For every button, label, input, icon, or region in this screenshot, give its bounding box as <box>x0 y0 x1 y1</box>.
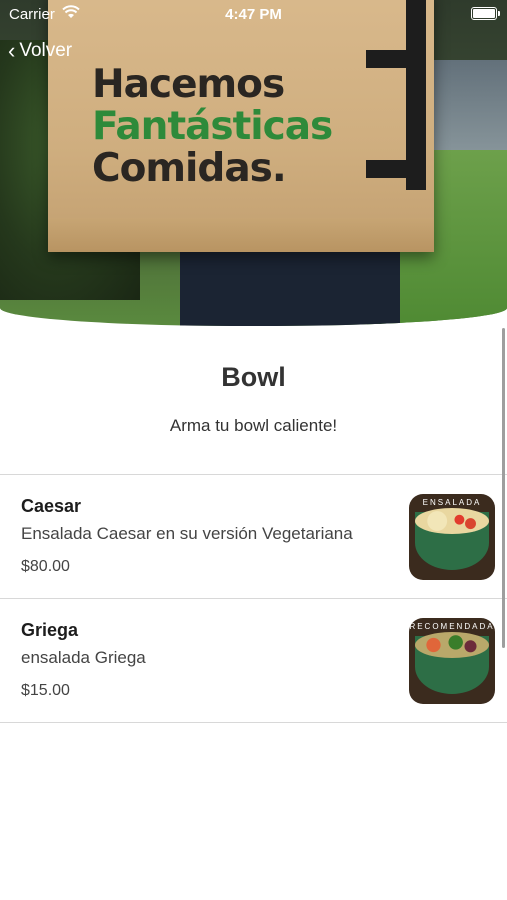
salad-topping <box>415 632 489 658</box>
category-title: Bowl <box>221 362 286 392</box>
back-button[interactable]: ‹ Volver <box>8 40 72 62</box>
item-image-label: RECOMENDADA <box>409 622 495 631</box>
bag-slogan-line-2: Fantásticas <box>92 104 333 149</box>
item-image: ENSALADA <box>409 494 495 580</box>
list-item[interactable]: Caesar Ensalada Caesar en su versión Veg… <box>0 474 507 598</box>
item-name: Griega <box>21 620 79 640</box>
item-description: ensalada Griega <box>21 648 146 667</box>
back-label: Volver <box>19 40 73 61</box>
bag-slogan: Hacemos Fantásticas Comidas. <box>92 62 333 191</box>
item-price: $80.00 <box>21 558 70 575</box>
hero-image: Hacemos Fantásticas Comidas. <box>0 0 507 326</box>
clock: 4:47 PM <box>225 6 282 23</box>
bag-bottom-fold <box>48 218 434 252</box>
status-bar: Carrier 4:47 PM <box>0 0 507 28</box>
category-subtitle: Arma tu bowl caliente! <box>169 416 338 435</box>
battery-icon <box>471 7 500 20</box>
list-item[interactable]: Griega ensalada Griega $15.00 RECOMENDAD… <box>0 598 507 722</box>
item-image: RECOMENDADA <box>409 618 495 704</box>
divider <box>0 722 507 723</box>
scrollbar[interactable] <box>502 328 505 648</box>
bag-slogan-line-1: Hacemos <box>92 62 285 107</box>
bag-logo-stripe <box>366 0 426 190</box>
item-image-label: ENSALADA <box>422 498 482 507</box>
paper-bag: Hacemos Fantásticas Comidas. <box>48 0 434 252</box>
item-name: Caesar <box>21 496 82 516</box>
bag-slogan-line-3: Comidas. <box>92 146 287 191</box>
chevron-left-icon: ‹ <box>8 38 16 63</box>
salad-topping <box>415 508 489 534</box>
item-description: Ensalada Caesar en su versión Vegetarian… <box>21 524 353 543</box>
item-price: $15.00 <box>21 682 70 699</box>
